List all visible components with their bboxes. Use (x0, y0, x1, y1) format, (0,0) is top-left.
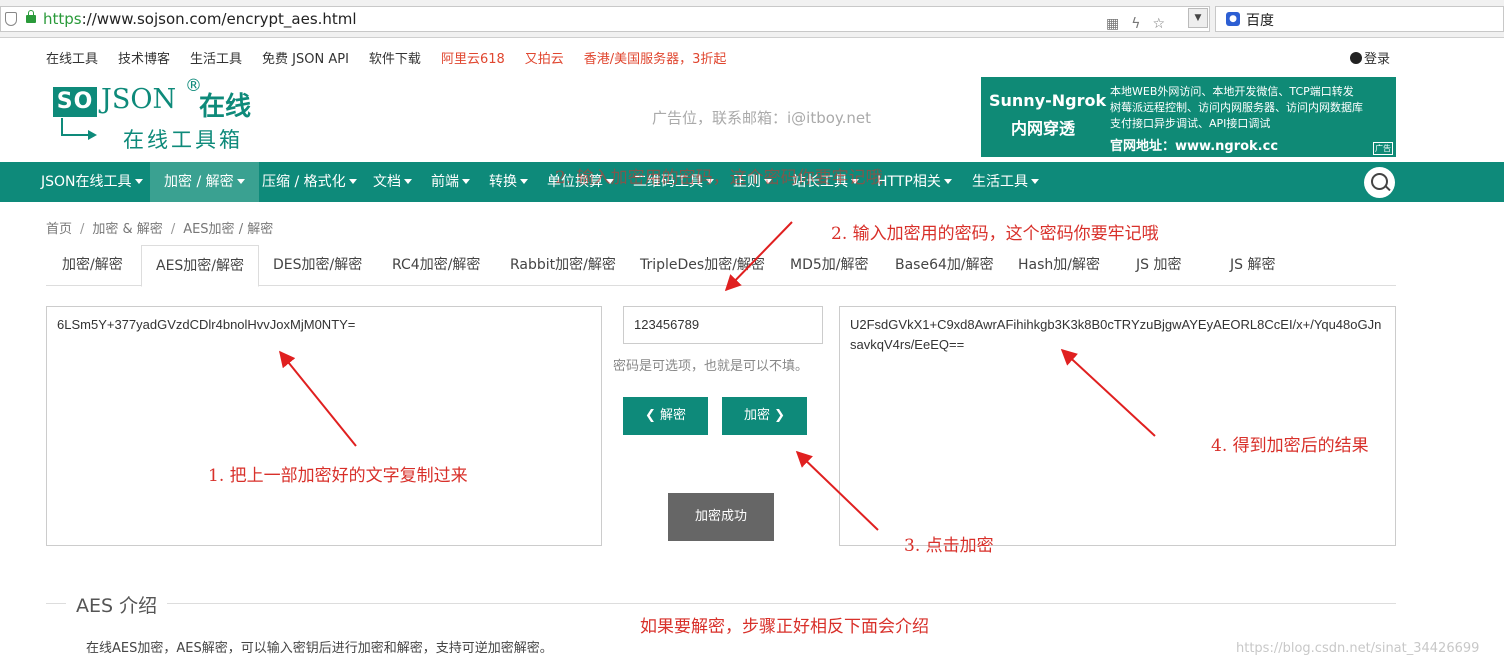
annotation-step2: 2. 输入加密用的密码，这个密码你要牢记哦 (831, 224, 1159, 244)
annotation-step2-ghost: 2. 输入加密用的密码，这个密码你要牢记哦 (555, 168, 883, 188)
annotation-step3: 3. 点击加密 (904, 536, 994, 556)
arrow-step4 (1060, 348, 1156, 437)
annotation-arrows (278, 221, 1156, 531)
arrow-step1 (278, 350, 357, 447)
arrow-step2 (724, 221, 793, 292)
annotation-decrypt-note: 如果要解密，步骤正好相反下面会介绍 (640, 617, 929, 637)
arrow-step3 (795, 450, 879, 531)
annotation-step4: 4. 得到加密后的结果 (1211, 436, 1369, 456)
annotation-step1: 1. 把上一部加密好的文字复制过来 (208, 466, 468, 486)
